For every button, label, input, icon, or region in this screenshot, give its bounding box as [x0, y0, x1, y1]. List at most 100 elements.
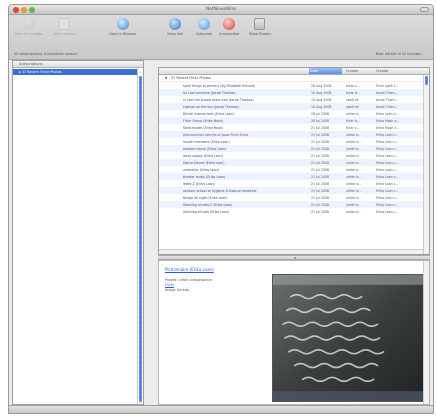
headline-date-cell: 21 Jul 2008 — [311, 125, 330, 130]
table-row[interactable]: Sketchnotes (Erika Mosh) 21 Jul 2008 flick… — [159, 124, 429, 131]
open-in-browser-button[interactable]: Open in Browser — [109, 18, 136, 40]
table-row[interactable]: spelt things at primary (by Elizabeth Ki… — [159, 82, 429, 89]
headline-group-row[interactable]: ▼ 37 Recent Flickr Photos — [159, 75, 429, 82]
table-row[interactable]: Stacking all sets-2 (Erika Loan) 21 Jul 2… — [159, 201, 429, 208]
table-row[interactable]: modern house (Erika Loan) 21 Jul 2008 unfa… — [159, 145, 429, 152]
sidebar-scroll-thumb[interactable] — [139, 76, 142, 402]
mark-read-icon — [22, 18, 35, 30]
headline-title-cell: Flickr Group (Erika Mosh) — [183, 118, 224, 123]
subscriptions-sidebar[interactable]: Subscriptions ▸ 37 Recent Flickr Photos — [12, 60, 144, 405]
table-row[interactable]: Flickr Group (Erika Mosh) 28 Jul 2008 flic… — [159, 117, 429, 124]
article-posted-line: Posted: unfair Autographics — [165, 278, 212, 282]
headline-category-cell: Erika Loan c... — [376, 160, 399, 165]
headline-author-cell: spelt all — [346, 97, 359, 102]
headline-title-cell: In cool the puzzle team now (Jacob Thoma… — [183, 97, 254, 102]
headlines-scroll-thumb[interactable] — [425, 76, 428, 85]
headline-date-cell: 21 Jul 2008 — [311, 209, 330, 214]
column-header-author[interactable]: Creator — [346, 69, 359, 73]
headline-category-cell: Erika Loan c... — [376, 132, 399, 137]
toolbar-toggle-button[interactable] — [420, 7, 429, 12]
headline-author-cell: unfair b... — [346, 209, 362, 214]
headline-title-cell: cosmos on the bus (Jacob Thomas) — [183, 104, 239, 109]
disclosure-triangle-icon[interactable]: ▼ — [165, 76, 167, 80]
subscribe-button[interactable]: Subscribe — [196, 18, 212, 40]
mark-all-read-button[interactable]: Mark All as Read — [15, 18, 42, 40]
table-row[interactable]: Dance-Dance (Erika Loan) 21 Jul 2008 unfai… — [159, 159, 429, 166]
table-row[interactable]: umbrellas (Erika Loan) 21 Jul 2008 unfair … — [159, 166, 429, 173]
window-title: NetNewsWire — [205, 7, 237, 12]
headline-date-cell: 21 Jul 2008 — [311, 202, 330, 207]
sidebar-scrollbar[interactable] — [137, 68, 143, 404]
headline-category-cell: Erika Loan v... — [376, 111, 399, 116]
headline-author-cell: elcar d... — [346, 90, 360, 95]
headline-rows: spelt things at primary (by Elizabeth Ki… — [159, 82, 429, 215]
headline-title-cell: umbrellas (Erika Loan) — [183, 167, 219, 172]
headline-date-cell: 21 Jul 2008 — [311, 160, 330, 165]
headline-category-cell: Erika Mosh c... — [376, 125, 400, 130]
browser-icon — [116, 18, 129, 30]
table-row[interactable]: random school of hygiene & tropical medi… — [159, 187, 429, 194]
headlines-scrollbar[interactable] — [423, 75, 429, 254]
headline-category-cell: Erika Loan c... — [376, 209, 399, 214]
show-info-button[interactable]: Show Info — [167, 18, 183, 40]
table-row[interactable]: Stacking all sets (Erika Loan) 21 Jul 200… — [159, 208, 429, 215]
article-source-link[interactable]: Flickr — [165, 283, 174, 287]
title-bar[interactable]: NetNewsWire — [9, 5, 433, 15]
headline-author-cell: elcar s... — [346, 83, 360, 88]
headline-author-cell: unfair b... — [346, 195, 362, 200]
headline-author-cell: unfair b... — [346, 174, 362, 179]
article-photo — [272, 274, 427, 402]
headline-date-cell: 21 Jul 2008 — [311, 195, 330, 200]
detail-scrollbar[interactable] — [423, 261, 429, 404]
headline-author-cell: unfair b... — [346, 160, 362, 165]
headline-title-cell: theater music (Erika Loan) — [183, 174, 226, 179]
headline-title-cell: Dance-Dance (Erika Loan) — [183, 160, 225, 165]
headline-author-cell: unfair b... — [346, 167, 362, 172]
headline-category-cell: Erika Loan c... — [376, 167, 399, 172]
next-unread-button[interactable]: Next Unread — [54, 18, 75, 40]
table-row[interactable]: cosmos on the bus (Jacob Thomas) 10 Aug 2… — [159, 103, 429, 110]
headline-title-cell: Sketchnotes (Erika Mosh) — [183, 125, 224, 130]
table-row[interactable]: In cool the puzzle team now (Jacob Thoma… — [159, 96, 429, 103]
table-row[interactable]: British mannerisms (Erika Loan) 28 Jul 20… — [159, 110, 429, 117]
headline-title-cell: random school of hygiene & tropical medi… — [183, 188, 257, 193]
headline-category-cell: Erika Loan c... — [376, 188, 399, 193]
headline-date-cell: 21 Jul 2008 — [311, 153, 330, 158]
table-row[interactable]: So cool sunshine (Jacob Thomas) 10 Aug 20… — [159, 89, 429, 96]
headline-date-cell: 28 Jul 2008 — [311, 118, 330, 123]
table-row[interactable]: mouth members (Erika Loan) 21 Jul 2008 unf… — [159, 138, 429, 145]
headline-date-cell: 28 Jul 2008 — [311, 111, 330, 116]
sidebar-item-flickr[interactable]: ▸ 37 Recent Flickr Photos — [13, 69, 143, 75]
headline-title-cell: Bridge all night (Erika Loan) — [183, 195, 228, 200]
headline-category-cell: Elcar spelt t... — [376, 83, 399, 88]
headline-title-cell: spelt things at primary (by Elizabeth Ki… — [183, 83, 256, 88]
table-row[interactable]: Bridge all night (Erika Loan) 21 Jul 2008… — [159, 194, 429, 201]
unsubscribe-button[interactable]: Unsubscribe — [219, 18, 239, 40]
headline-author-cell: unfair b... — [346, 132, 362, 137]
table-row[interactable]: theater music (Erika Loan) 21 Jul 2008 unf… — [159, 173, 429, 180]
headline-author-cell: unfair b... — [346, 146, 362, 151]
article-status-line: Image Unread — [165, 288, 189, 292]
column-header-date[interactable]: Date — [309, 68, 342, 74]
headlines-list[interactable]: Date Creator Creator ▼ 37 Recent Flickr … — [158, 67, 430, 255]
column-header-category[interactable]: Creator — [376, 69, 389, 73]
headline-date-cell: 21 Jul 2008 — [311, 188, 330, 193]
article-title-link[interactable]: Pictionnaire (Erika Loan) — [165, 267, 214, 272]
headline-title-cell: British mannerisms (Erika Loan) — [183, 111, 235, 116]
splitter-grip-icon — [294, 257, 296, 259]
headline-date-cell: 21 Jul 2008 — [311, 174, 330, 179]
table-row[interactable]: letter-Z (Erika Loan) 21 Jul 2008 unfair b… — [159, 180, 429, 187]
bottom-bar — [9, 405, 433, 413]
headline-category-cell: Erika Loan c... — [376, 153, 399, 158]
table-row[interactable]: disco supply (Erika Loan) 21 Jul 2008 unfa… — [159, 152, 429, 159]
headline-title-cell: mouth members (Erika Loan) — [183, 139, 230, 144]
sidebar-header[interactable]: Subscriptions — [13, 61, 143, 68]
show-drawer-button[interactable]: Show Drawer — [249, 18, 271, 40]
headline-date-cell: 10 Aug 2008 — [311, 104, 332, 109]
refresh-status: Next refresh in 12 minutes — [375, 52, 421, 56]
page-icon — [59, 18, 70, 30]
headline-date-cell: 10 Aug 2008 — [311, 97, 332, 102]
table-row[interactable]: phenomenon secrets of good Flickr Erika 2… — [159, 131, 429, 138]
headline-category-cell: Jacob Thom... — [376, 104, 398, 109]
headlines-horizontal-scrollbar[interactable] — [159, 249, 423, 254]
